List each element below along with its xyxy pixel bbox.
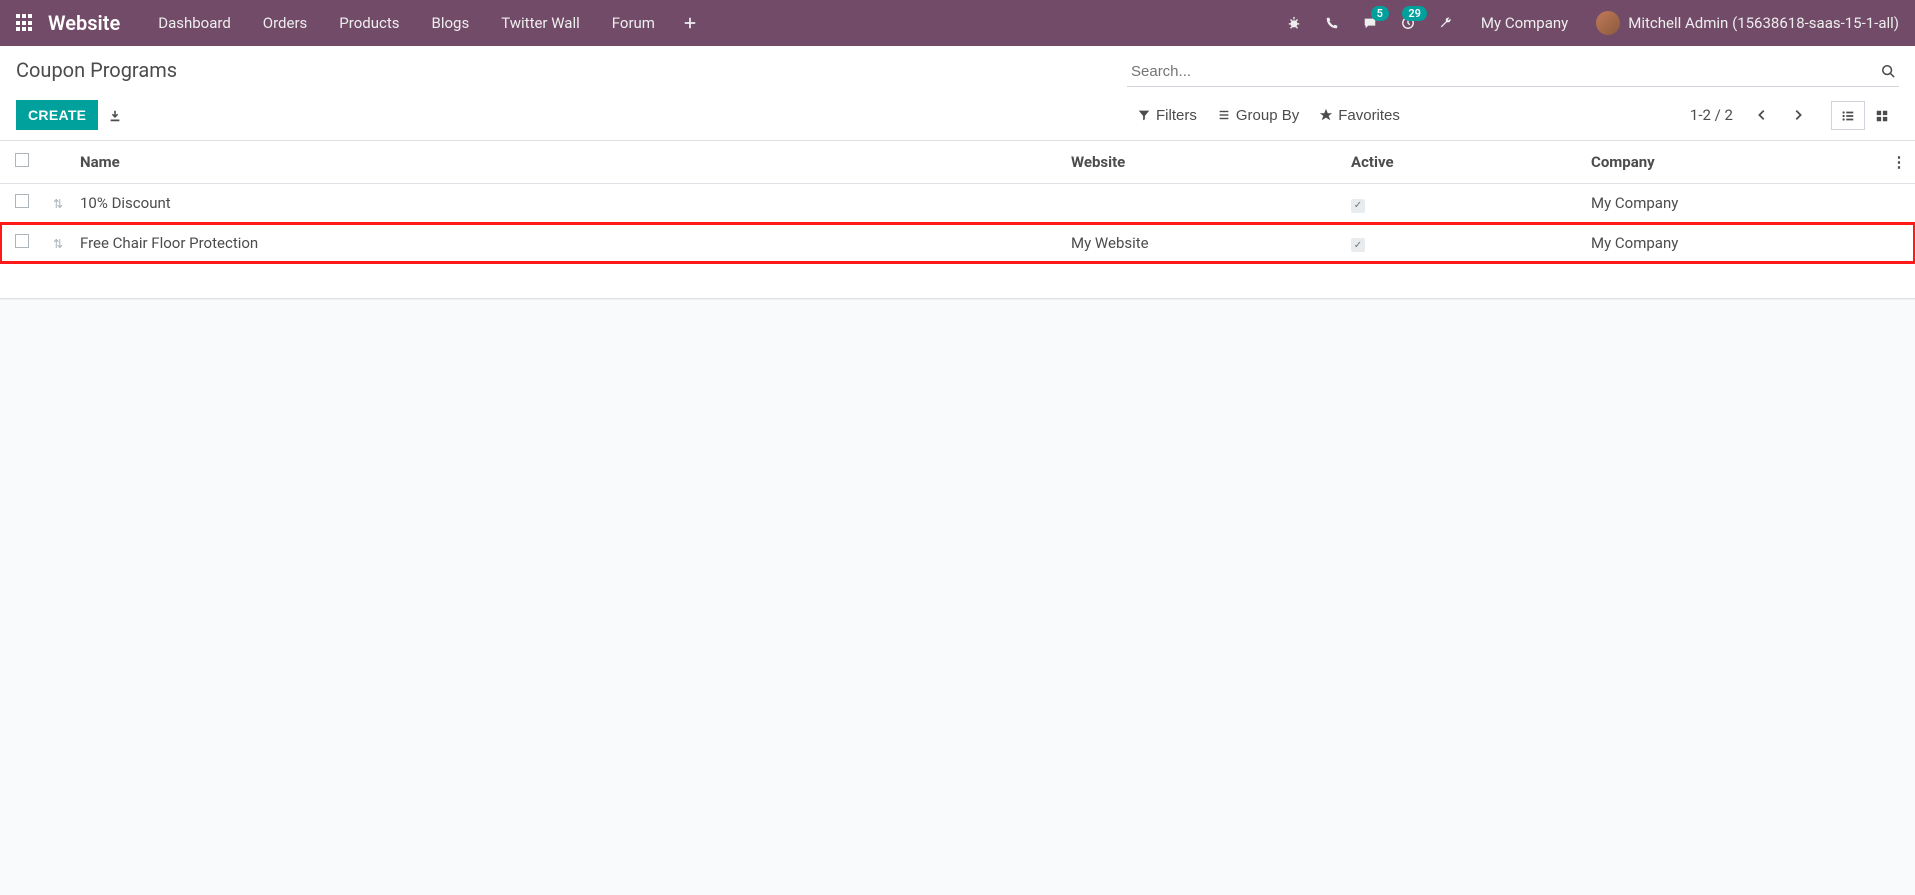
menu-products[interactable]: Products [325, 0, 413, 46]
active-checkbox[interactable]: ✓ [1351, 199, 1365, 213]
funnel-icon [1137, 108, 1151, 122]
messages-button[interactable]: 5 [1353, 0, 1387, 46]
filters-label: Filters [1156, 107, 1197, 124]
control-panel: Coupon Programs CREATE Filters Group By [0, 46, 1915, 141]
cell-website [1063, 184, 1343, 224]
debug-button[interactable] [1277, 0, 1311, 46]
cell-company: My Company [1583, 223, 1883, 263]
breadcrumb-title: Coupon Programs [16, 54, 177, 90]
table-row[interactable]: Free Chair Floor ProtectionMy Website ✓ My… [0, 223, 1915, 263]
empty-space [0, 299, 1915, 699]
pager-prev-button[interactable] [1747, 102, 1777, 128]
favorites-label: Favorites [1338, 107, 1400, 124]
cell-website: My Website [1063, 223, 1343, 263]
chevron-left-icon [1755, 108, 1769, 122]
col-header-company[interactable]: Company [1583, 141, 1883, 184]
messages-badge: 5 [1371, 6, 1389, 21]
menu-dashboard[interactable]: Dashboard [144, 0, 245, 46]
pager-counter: 1-2 / 2 [1690, 106, 1733, 124]
phone-button[interactable] [1315, 0, 1349, 46]
optional-columns-button[interactable]: ⋮ [1883, 141, 1915, 184]
cell-active: ✓ [1343, 184, 1583, 224]
topnav: Website Dashboard Orders Products Blogs … [0, 0, 1915, 46]
table-row[interactable]: 10% Discount ✓ My Company [0, 184, 1915, 224]
drag-handle-icon[interactable] [53, 237, 63, 251]
groupby-label: Group By [1236, 107, 1299, 124]
drag-handle-icon[interactable] [53, 197, 63, 211]
apps-icon[interactable] [16, 14, 34, 32]
col-header-active[interactable]: Active [1343, 141, 1583, 184]
menu-forum[interactable]: Forum [598, 0, 669, 46]
kanban-view-icon [1875, 109, 1889, 123]
menu-orders[interactable]: Orders [249, 0, 322, 46]
list-view-icon [1841, 109, 1855, 123]
activities-badge: 29 [1402, 6, 1427, 21]
plus-icon [683, 16, 697, 30]
user-menu[interactable]: Mitchell Admin (15638618-saas-15-1-all) [1586, 0, 1899, 46]
view-list-button[interactable] [1831, 101, 1865, 130]
new-content-button[interactable] [673, 0, 707, 46]
search-container [1127, 57, 1899, 87]
select-all-checkbox[interactable] [15, 153, 29, 167]
col-header-name[interactable]: Name [72, 141, 1063, 184]
wrench-icon [1439, 16, 1453, 30]
table-header-row: Name Website Active Company ⋮ [0, 141, 1915, 184]
activities-button[interactable]: 29 [1391, 0, 1425, 46]
view-kanban-button[interactable] [1865, 101, 1899, 130]
cell-name: 10% Discount [72, 184, 1063, 224]
phone-icon [1325, 16, 1339, 30]
row-checkbox[interactable] [15, 234, 29, 248]
star-icon [1319, 108, 1333, 122]
search-button[interactable] [1881, 61, 1895, 79]
tools-button[interactable] [1429, 0, 1463, 46]
table-footer-row [0, 263, 1915, 299]
menu-blogs[interactable]: Blogs [417, 0, 483, 46]
row-checkbox[interactable] [15, 194, 29, 208]
menu-twitter-wall[interactable]: Twitter Wall [487, 0, 594, 46]
pager: 1-2 / 2 [1690, 102, 1813, 128]
chevron-right-icon [1791, 108, 1805, 122]
create-button[interactable]: CREATE [16, 100, 98, 130]
download-icon [108, 109, 122, 123]
filters-button[interactable]: Filters [1127, 101, 1207, 130]
import-button[interactable] [98, 101, 132, 130]
bug-icon [1287, 16, 1301, 30]
app-brand[interactable]: Website [48, 11, 120, 35]
favorites-button[interactable]: Favorites [1309, 101, 1410, 130]
active-checkbox[interactable]: ✓ [1351, 238, 1365, 252]
groupby-button[interactable]: Group By [1207, 101, 1309, 130]
company-switcher[interactable]: My Company [1467, 0, 1582, 46]
list-view: Name Website Active Company ⋮ 10% Discou… [0, 141, 1915, 299]
search-icon [1881, 64, 1895, 78]
list-icon [1217, 108, 1231, 122]
search-input[interactable] [1127, 57, 1899, 87]
view-switcher [1831, 101, 1899, 130]
user-label: Mitchell Admin (15638618-saas-15-1-all) [1628, 14, 1899, 32]
avatar [1596, 11, 1620, 35]
cell-name: Free Chair Floor Protection [72, 223, 1063, 263]
cell-active: ✓ [1343, 223, 1583, 263]
cell-company: My Company [1583, 184, 1883, 224]
pager-next-button[interactable] [1783, 102, 1813, 128]
col-header-website[interactable]: Website [1063, 141, 1343, 184]
